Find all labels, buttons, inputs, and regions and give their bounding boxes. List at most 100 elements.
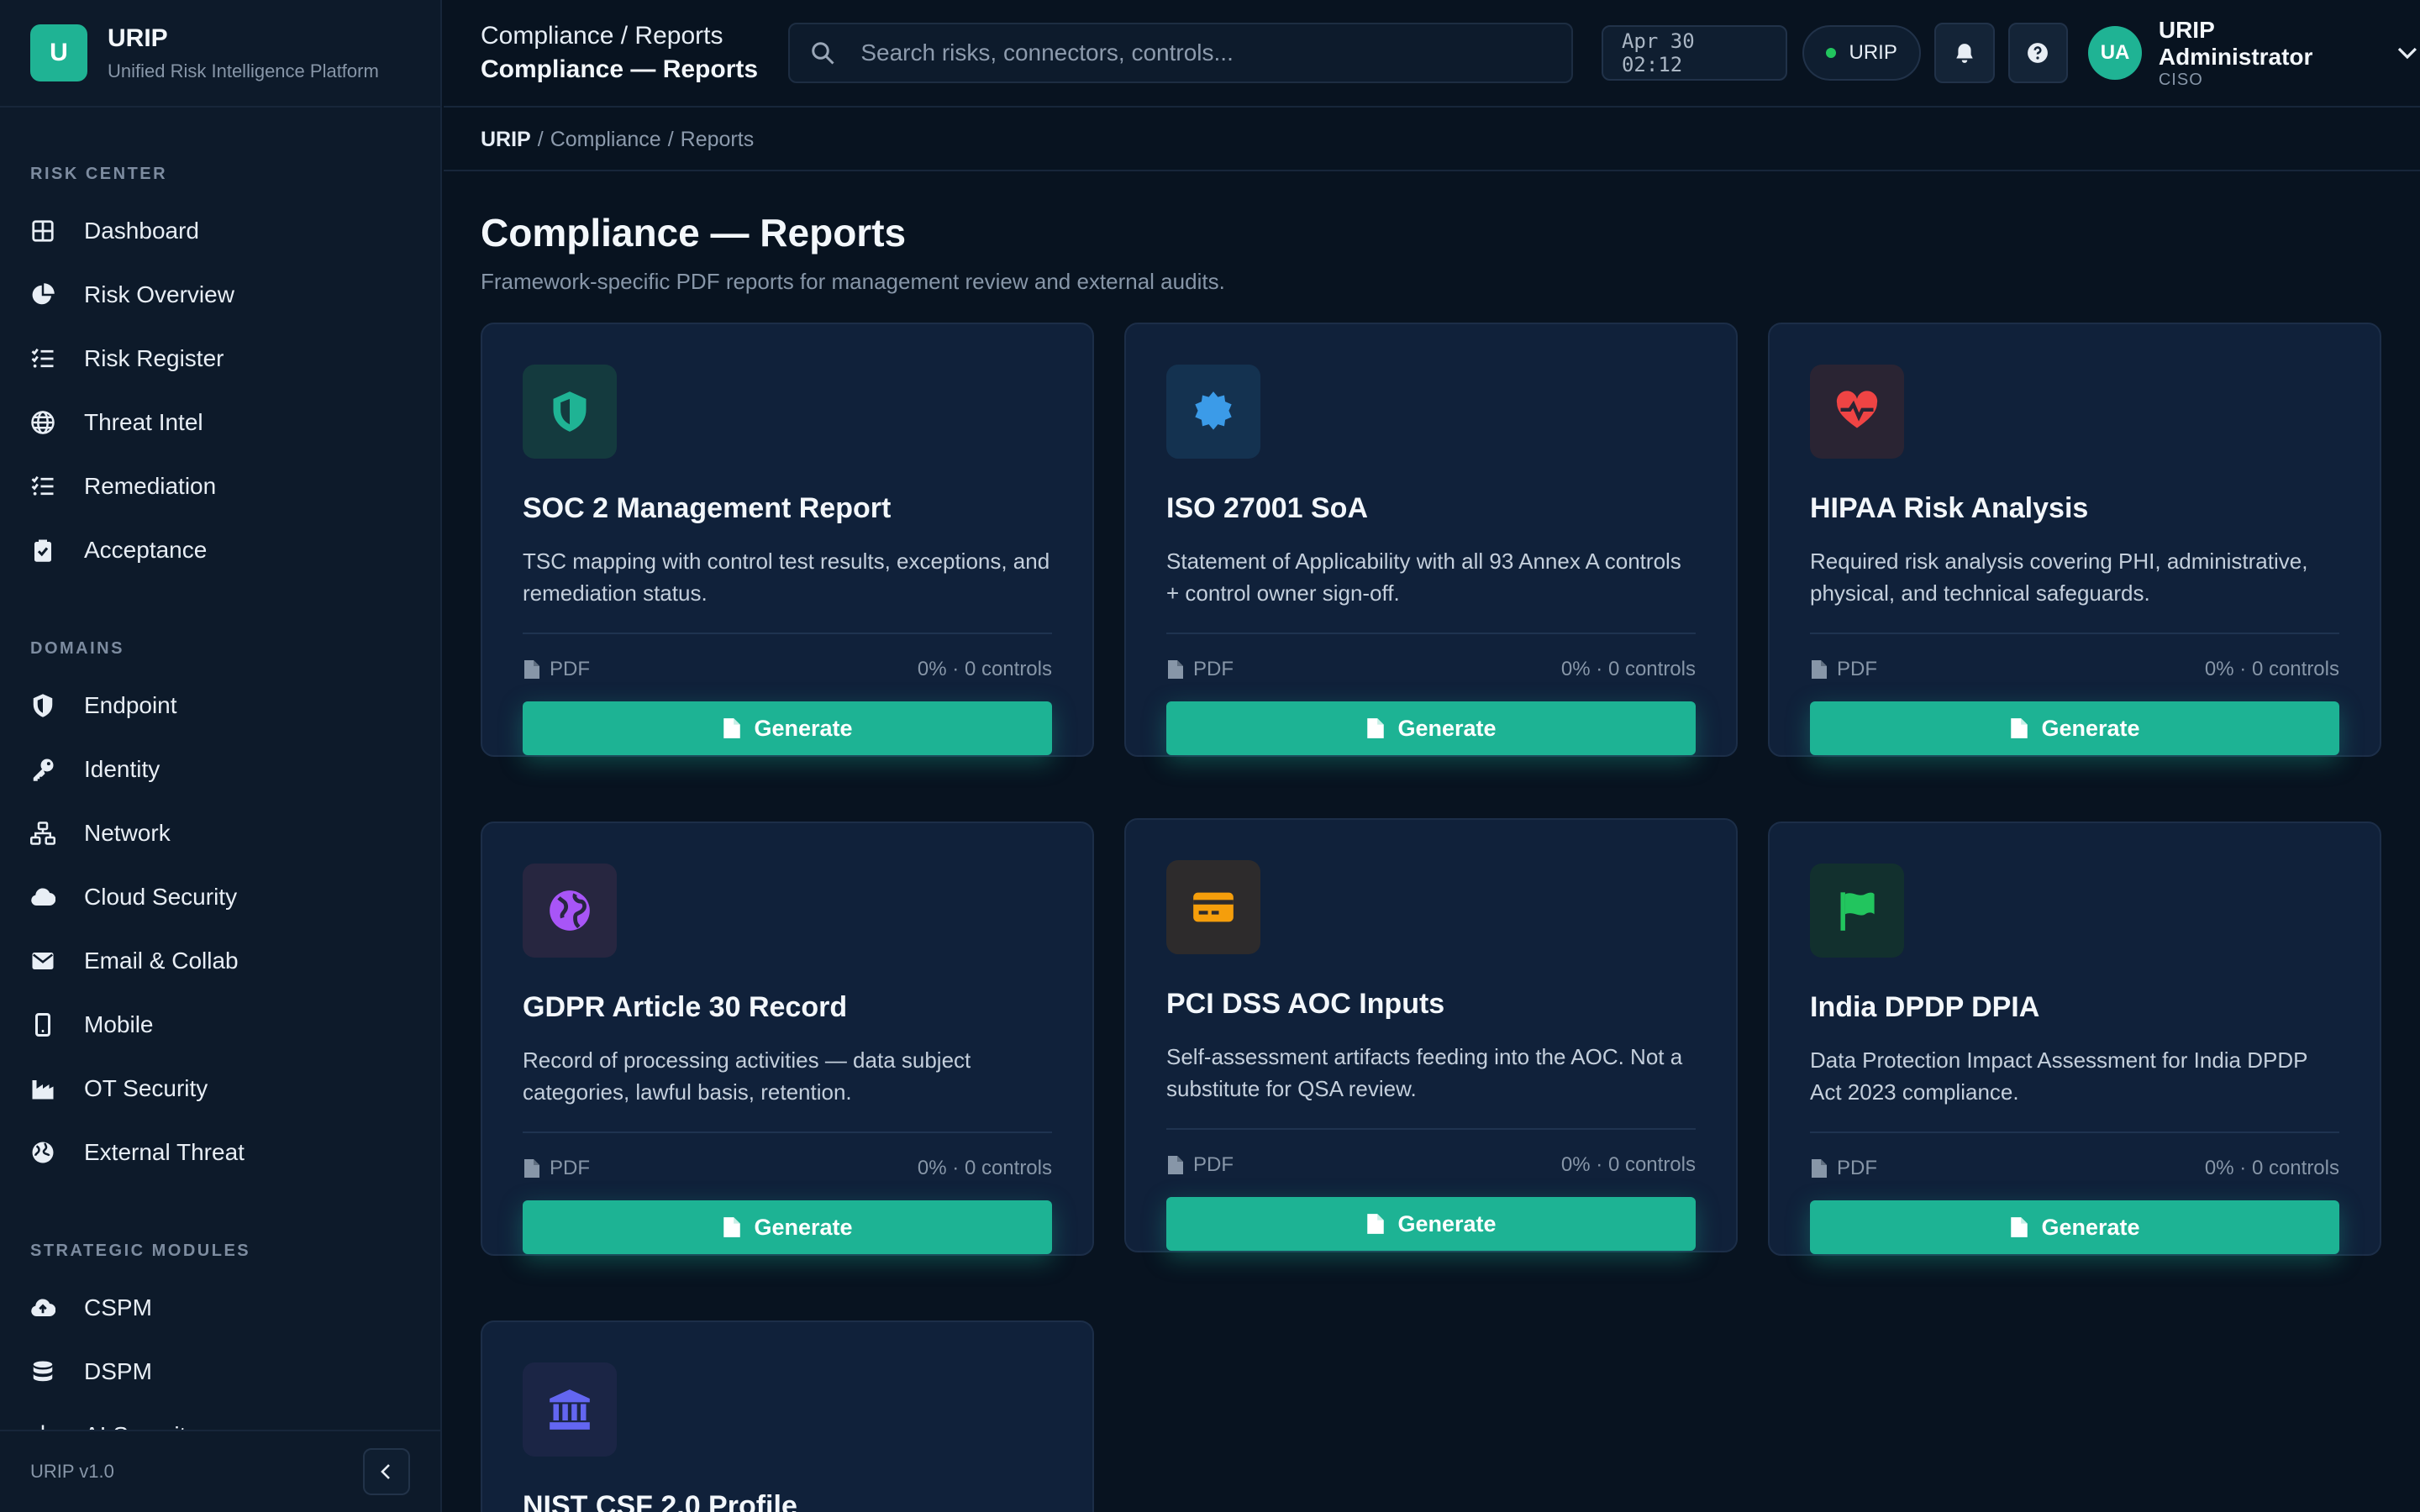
sidebar-item-dspm[interactable]: DSPM: [30, 1340, 410, 1404]
page-title: Compliance — Reports: [481, 211, 907, 255]
generate-button[interactable]: Generate: [523, 701, 1052, 755]
sidebar-item-email-collab[interactable]: Email & Collab: [30, 929, 410, 993]
report-card-gdpr: GDPR Article 30 Record Record of process…: [481, 822, 1094, 1256]
breadcrumb-separator: /: [667, 127, 674, 151]
sidebar-item-mobile[interactable]: Mobile: [30, 993, 410, 1057]
pdf-file-icon: [1367, 718, 1385, 738]
app-version: URIP v1.0: [30, 1461, 114, 1482]
generate-button[interactable]: Generate: [1166, 701, 1696, 755]
sidebar-item-dashboard[interactable]: Dashboard: [30, 199, 410, 263]
sidebar-item-external-threat[interactable]: External Threat: [30, 1121, 410, 1184]
list-check-icon: [31, 348, 54, 368]
sidebar-item-cspm[interactable]: CSPM: [30, 1276, 410, 1340]
sidebar-item-cloud-security[interactable]: Cloud Security: [30, 865, 410, 929]
main-content: Compliance — Reports Framework-specific …: [481, 171, 2383, 295]
card-stats: 0% · 0 controls: [1560, 658, 1696, 680]
card-divider: [1810, 1131, 2339, 1133]
sidebar-item-label: Mobile: [84, 1011, 154, 1037]
breadcrumb-root[interactable]: URIP: [481, 128, 531, 152]
brand-subtitle: Unified Risk Intelligence Platform: [108, 60, 379, 81]
sidebar-item-endpoint[interactable]: Endpoint: [30, 674, 410, 738]
earth-europe-icon: [550, 890, 590, 931]
sidebar-item-risk-overview[interactable]: Risk Overview: [30, 263, 410, 327]
collapse-sidebar-button[interactable]: [363, 1448, 410, 1495]
sidebar-footer: URIP v1.0: [0, 1430, 440, 1512]
search-icon: [812, 42, 834, 65]
card-format-label: PDF: [1837, 1157, 1877, 1179]
user-menu[interactable]: UA URIP Administrator CISO: [2088, 17, 2420, 90]
nav-section-risk-center: RISK CENTER: [30, 165, 168, 183]
card-format: PDF: [523, 658, 590, 681]
sidebar-item-risk-register[interactable]: Risk Register: [30, 327, 410, 391]
topbar-titles: Compliance / Reports Compliance — Report…: [444, 19, 765, 87]
tenant-badge[interactable]: URIP: [1802, 25, 1921, 81]
generate-button[interactable]: Generate: [1810, 701, 2339, 755]
report-card-nist-csf: NIST CSF 2.0 Profile: [481, 1320, 1094, 1512]
card-format: PDF: [1810, 1157, 1877, 1180]
topbar: Compliance / Reports Compliance — Report…: [444, 0, 2420, 108]
generate-button-label: Generate: [1397, 1210, 1497, 1236]
brand-title: URIP: [108, 24, 168, 52]
help-button[interactable]: [2007, 23, 2069, 83]
robot-icon: [41, 1425, 45, 1430]
sidebar-item-acceptance[interactable]: Acceptance: [30, 518, 410, 582]
card-meta: PDF 0% · 0 controls: [1810, 1157, 2339, 1180]
sidebar-item-ot-security[interactable]: OT Security: [30, 1057, 410, 1121]
report-card-soc2: SOC 2 Management Report TSC mapping with…: [481, 323, 1094, 757]
page-subtitle: Framework-specific PDF reports for manag…: [481, 269, 1225, 294]
credit-card-icon: [1193, 892, 1234, 922]
generate-button[interactable]: Generate: [1810, 1200, 2339, 1254]
landmark-icon: [550, 1389, 590, 1430]
generate-button-label: Generate: [2041, 1214, 2140, 1240]
sidebar-item-label: CSPM: [84, 1294, 152, 1320]
card-title: HIPAA Risk Analysis: [1810, 492, 2089, 524]
pdf-file-icon: [1168, 1156, 1183, 1174]
card-format: PDF: [1810, 658, 1877, 681]
card-description: Self-assessment artifacts feeding into t…: [1166, 1044, 1683, 1101]
pdf-file-icon: [1812, 660, 1827, 679]
report-card-hipaa: HIPAA Risk Analysis Required risk analys…: [1768, 323, 2381, 757]
notifications-button[interactable]: [1933, 23, 1995, 83]
card-format-label: PDF: [1193, 658, 1234, 680]
sidebar-item-label: Dashboard: [84, 218, 199, 244]
brand-logo: U: [30, 24, 87, 81]
pie-chart-icon: [32, 283, 55, 305]
card-icon-container: [1810, 365, 1904, 459]
user-role: CISO: [2158, 70, 2203, 89]
search-input[interactable]: [860, 39, 1550, 66]
topbar-crumb: Compliance / Reports: [481, 22, 723, 50]
card-meta: PDF 0% · 0 controls: [523, 1157, 1052, 1180]
sidebar-item-remediation[interactable]: Remediation: [30, 454, 410, 518]
sidebar-item-network[interactable]: Network: [30, 801, 410, 865]
card-stats: 0% · 0 controls: [2204, 1157, 2339, 1179]
sidebar-item-ai-security[interactable]: AI Security: [30, 1404, 410, 1430]
card-title: PCI DSS AOC Inputs: [1166, 988, 1445, 1020]
generate-button-label: Generate: [754, 1214, 853, 1240]
generate-button-label: Generate: [2041, 715, 2140, 741]
sidebar-item-label: Risk Register: [84, 345, 224, 371]
breadcrumb-compliance[interactable]: Compliance: [550, 128, 661, 152]
sidebar-item-label: OT Security: [84, 1075, 208, 1101]
generate-button[interactable]: Generate: [523, 1200, 1052, 1254]
pdf-file-icon: [524, 660, 539, 679]
card-icon-container: [1810, 864, 1904, 958]
sidebar-item-identity[interactable]: Identity: [30, 738, 410, 801]
generate-button[interactable]: Generate: [1166, 1197, 1696, 1251]
card-icon-container: [523, 864, 617, 958]
sidebar-item-label: AI Security: [84, 1422, 197, 1430]
sidebar-item-threat-intel[interactable]: Threat Intel: [30, 391, 410, 454]
user-name: URIP Administrator: [2158, 16, 2313, 70]
sidebar-item-label: Remediation: [84, 473, 217, 499]
card-stats: 0% · 0 controls: [917, 1157, 1052, 1179]
card-description: Record of processing activities — data s…: [523, 1047, 971, 1105]
sidebar-item-label: Identity: [84, 756, 160, 782]
card-meta: PDF 0% · 0 controls: [1166, 1153, 1696, 1177]
list-check-icon: [31, 475, 54, 496]
industry-icon: [32, 1080, 54, 1100]
generate-button-label: Generate: [754, 715, 853, 741]
search-box[interactable]: [788, 23, 1573, 83]
shield-half-icon: [553, 391, 587, 432]
brand[interactable]: U URIP Unified Risk Intelligence Platfor…: [0, 0, 440, 108]
earth-icon: [32, 1142, 54, 1163]
card-stats: 0% · 0 controls: [1560, 1153, 1696, 1176]
